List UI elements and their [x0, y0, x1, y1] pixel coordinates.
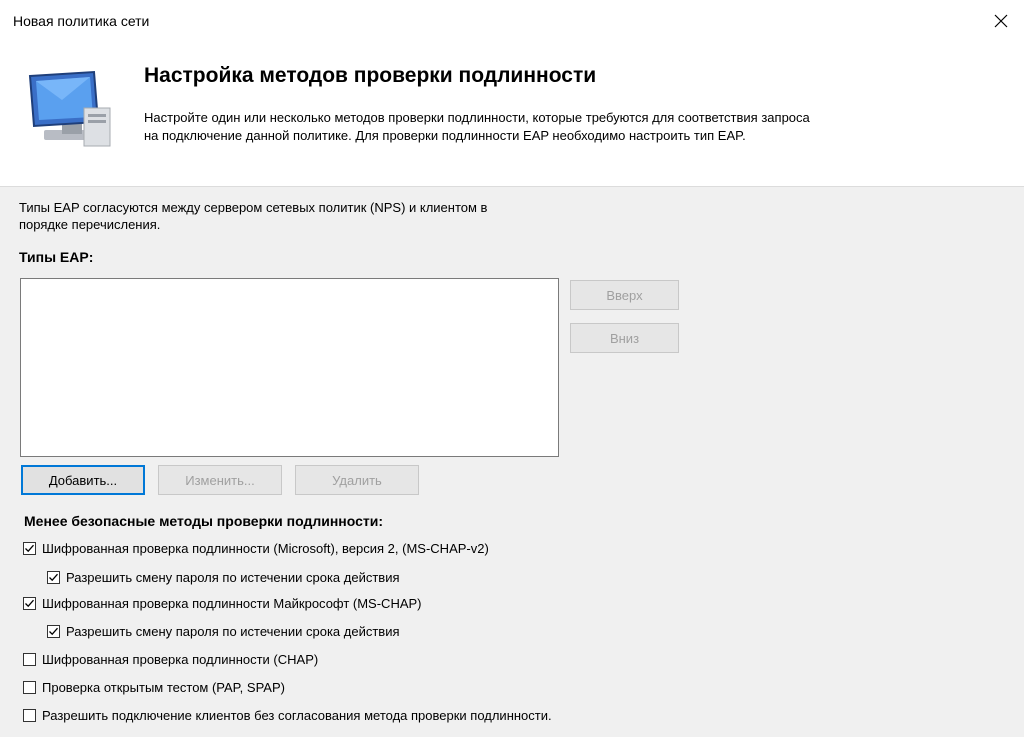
checkbox-checked-icon[interactable] — [23, 541, 36, 555]
page-description: Настройте один или несколько методов про… — [144, 110, 810, 143]
checkbox-label: Разрешить подключение клиентов без согла… — [42, 707, 552, 723]
checkbox-checked-icon[interactable] — [47, 570, 60, 584]
move-up-button[interactable]: Вверх — [570, 280, 679, 310]
checkbox-checked-icon[interactable] — [47, 624, 60, 638]
unauthenticated-access-checkbox[interactable]: Разрешить подключение клиентов без согла… — [23, 704, 552, 726]
window-title: Новая политика сети — [13, 13, 150, 29]
pap-spap-checkbox[interactable]: Проверка открытым тестом (PAP, SPAP) — [23, 676, 285, 698]
less-secure-methods-title: Менее безопасные методы проверки подлинн… — [24, 513, 384, 529]
checkbox-label: Шифрованная проверка подлинности (CHAP) — [42, 651, 319, 667]
edit-eap-button[interactable]: Изменить... — [158, 465, 282, 495]
checkbox-unchecked-icon[interactable] — [23, 680, 36, 694]
checkbox-unchecked-icon[interactable] — [23, 652, 36, 666]
mschapv2-password-change-checkbox[interactable]: Разрешить смену пароля по истечении срок… — [47, 566, 400, 588]
eap-types-list[interactable] — [20, 278, 559, 457]
chap-checkbox[interactable]: Шифрованная проверка подлинности (CHAP) — [23, 648, 318, 670]
mschap-checkbox[interactable]: Шифрованная проверка подлинности Майкрос… — [23, 592, 422, 614]
checkbox-label: Проверка открытым тестом (PAP, SPAP) — [42, 679, 285, 695]
computer-icon — [22, 70, 116, 157]
title-bar: Новая политика сети — [0, 0, 1024, 40]
close-button[interactable] — [984, 6, 1018, 36]
checkbox-unchecked-icon[interactable] — [23, 708, 36, 722]
header-panel: Настройка методов проверки подлинности Н… — [0, 40, 1024, 187]
checkbox-label: Шифрованная проверка подлинности Майкрос… — [42, 595, 422, 611]
eap-types-label: Типы EAP: — [19, 249, 94, 265]
mschapv2-checkbox[interactable]: Шифрованная проверка подлинности (Micros… — [23, 537, 489, 559]
add-eap-button[interactable]: Добавить... — [21, 465, 145, 495]
move-down-button[interactable]: Вниз — [570, 323, 679, 353]
mschap-password-change-checkbox[interactable]: Разрешить смену пароля по истечении срок… — [47, 620, 400, 642]
checkbox-label: Шифрованная проверка подлинности (Micros… — [42, 540, 489, 556]
checkbox-checked-icon[interactable] — [23, 596, 36, 610]
checkbox-label: Разрешить смену пароля по истечении срок… — [66, 569, 400, 585]
checkbox-label: Разрешить смену пароля по истечении срок… — [66, 623, 400, 639]
page-title: Настройка методов проверки подлинности — [144, 64, 597, 87]
eap-intro-text: Типы EAP согласуются между сервером сете… — [19, 200, 488, 232]
delete-eap-button[interactable]: Удалить — [295, 465, 419, 495]
close-icon — [994, 14, 1008, 28]
